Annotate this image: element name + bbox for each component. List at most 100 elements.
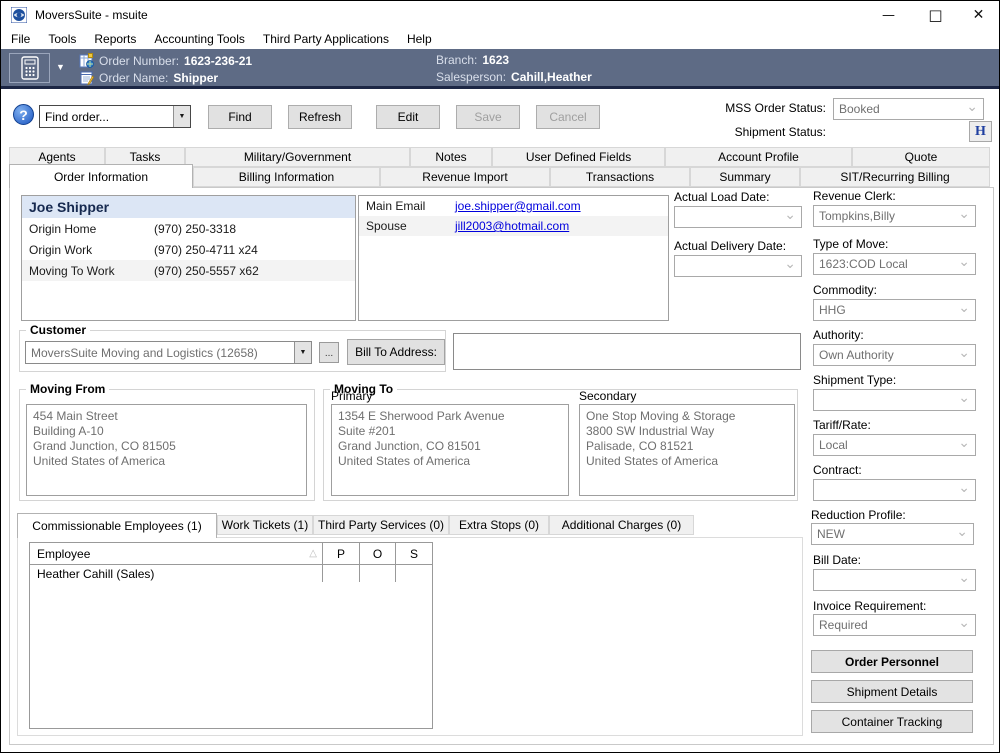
authority-label: Authority: <box>813 328 864 342</box>
employee-cell: Heather Cahill (Sales) <box>30 565 322 582</box>
shipment-details-button[interactable]: Shipment Details <box>811 680 973 703</box>
edit-button[interactable]: Edit <box>376 105 440 129</box>
find-order-combo[interactable]: Find order... ▼ <box>39 105 191 128</box>
chevron-down-icon: ⌄ <box>958 210 970 216</box>
salesperson-value: Cahill,Heather <box>511 70 592 84</box>
chevron-down-icon: ⌄ <box>784 260 796 266</box>
authority-value: Own Authority <box>819 348 894 362</box>
bill-to-address-button[interactable]: Bill To Address: <box>347 339 445 365</box>
app-logo-icon <box>11 7 27 23</box>
phone-label: Origin Work <box>22 243 154 257</box>
find-order-dropdown-arrow-icon[interactable]: ▼ <box>173 106 190 127</box>
chevron-down-icon: ⌄ <box>958 574 970 580</box>
revenue-clerk-select[interactable]: Tompkins,Billy ⌄ <box>813 205 976 227</box>
shipment-type-select[interactable]: ⌄ <box>813 389 976 411</box>
history-button[interactable]: H <box>969 121 992 142</box>
actual-load-date-label: Actual Load Date: <box>674 190 769 204</box>
moving-to-secondary-address: One Stop Moving & Storage 3800 SW Indust… <box>579 404 795 496</box>
order-menu-caret-icon[interactable]: ▼ <box>56 62 65 72</box>
bill-to-address-field[interactable] <box>453 333 801 370</box>
order-name-value: Shipper <box>173 71 218 85</box>
cancel-button: Cancel <box>536 105 600 129</box>
bill-date-select[interactable]: ⌄ <box>813 569 976 591</box>
menu-third-party-applications[interactable]: Third Party Applications <box>254 30 398 48</box>
menu-tools[interactable]: Tools <box>39 30 85 48</box>
tariff-rate-select[interactable]: Local ⌄ <box>813 434 976 456</box>
reduction-profile-select[interactable]: NEW ⌄ <box>811 523 974 545</box>
tab-order-information[interactable]: Order Information <box>9 164 193 188</box>
authority-select[interactable]: Own Authority ⌄ <box>813 344 976 366</box>
commodity-select[interactable]: HHG ⌄ <box>813 299 976 321</box>
moving-from-address: 454 Main Street Building A-10 Grand Junc… <box>26 404 307 496</box>
shipper-contact-panel: Joe Shipper Origin Home (970) 250-3318 O… <box>21 195 356 321</box>
customer-select[interactable]: MoversSuite Moving and Logistics (12658)… <box>25 341 312 364</box>
mss-order-status-select[interactable]: Booked ⌄ <box>833 98 984 120</box>
order-name-icon <box>79 70 94 85</box>
menu-file[interactable]: File <box>2 30 39 48</box>
save-button: Save <box>456 105 520 129</box>
type-of-move-label: Type of Move: <box>813 237 888 251</box>
minimize-button[interactable]: — <box>866 1 911 29</box>
p-cell <box>322 565 359 582</box>
menu-help[interactable]: Help <box>398 30 441 48</box>
find-order-input[interactable]: Find order... <box>40 106 173 127</box>
o-column-header[interactable]: O <box>359 543 395 564</box>
tab-commissionable-employees[interactable]: Commissionable Employees (1) <box>17 513 217 538</box>
container-tracking-button[interactable]: Container Tracking <box>811 710 973 733</box>
employees-table-header: Employee △ P O S <box>30 543 432 565</box>
tab-transactions[interactable]: Transactions <box>550 167 690 187</box>
shipper-email-panel: Main Email joe.shipper@gmail.com Spouse … <box>358 195 669 321</box>
invoice-requirement-select[interactable]: Required ⌄ <box>813 614 976 636</box>
tab-quote[interactable]: Quote <box>852 147 990 167</box>
tab-military-government[interactable]: Military/Government <box>185 147 410 167</box>
find-button[interactable]: Find <box>208 105 272 129</box>
chevron-down-icon: ⌄ <box>956 528 968 534</box>
actual-delivery-date-select[interactable]: ⌄ <box>674 255 802 277</box>
window-title: MoversSuite - msuite <box>35 8 148 22</box>
email-link[interactable]: joe.shipper@gmail.com <box>455 199 581 213</box>
tab-account-profile[interactable]: Account Profile <box>665 147 852 167</box>
tab-sit-recurring-billing[interactable]: SIT/Recurring Billing <box>800 167 990 187</box>
revenue-clerk-label: Revenue Clerk: <box>813 189 896 203</box>
tab-billing-information[interactable]: Billing Information <box>193 167 380 187</box>
actual-delivery-date-label: Actual Delivery Date: <box>674 239 786 253</box>
type-of-move-select[interactable]: 1623:COD Local ⌄ <box>813 253 976 275</box>
tab-additional-charges[interactable]: Additional Charges (0) <box>549 515 694 535</box>
close-button[interactable]: ✕ <box>956 1 1000 29</box>
tab-third-party-services[interactable]: Third Party Services (0) <box>313 515 449 535</box>
tab-notes[interactable]: Notes <box>410 147 492 167</box>
email-link[interactable]: jill2003@hotmail.com <box>455 219 569 233</box>
s-column-header[interactable]: S <box>395 543 432 564</box>
order-menu-button[interactable] <box>9 53 50 83</box>
menu-reports[interactable]: Reports <box>85 30 145 48</box>
customer-group-label: Customer <box>26 323 90 337</box>
type-of-move-value: 1623:COD Local <box>819 257 908 271</box>
chevron-down-icon: ⌄ <box>966 103 978 109</box>
order-personnel-button[interactable]: Order Personnel <box>811 650 973 673</box>
salesperson-label: Salesperson: <box>436 70 506 84</box>
chevron-down-icon: ⌄ <box>958 619 970 625</box>
maximize-button[interactable]: □ <box>913 1 958 29</box>
employee-column-header[interactable]: Employee △ <box>30 543 322 564</box>
phone-value: (970) 250-3318 <box>154 222 236 236</box>
help-icon[interactable]: ? <box>13 104 34 125</box>
actual-load-date-select[interactable]: ⌄ <box>674 206 802 228</box>
tariff-rate-value: Local <box>819 438 848 452</box>
tab-user-defined-fields[interactable]: User Defined Fields <box>492 147 665 167</box>
table-row[interactable]: Heather Cahill (Sales) <box>30 565 432 582</box>
order-header-band: ▼ Order Number: 1623-236-21 Order Name: … <box>1 49 999 89</box>
moving-from-label: Moving From <box>26 382 109 396</box>
customer-lookup-button[interactable]: ... <box>319 342 339 363</box>
tab-summary[interactable]: Summary <box>690 167 800 187</box>
tab-work-tickets[interactable]: Work Tickets (1) <box>217 515 313 535</box>
tab-extra-stops[interactable]: Extra Stops (0) <box>449 515 549 535</box>
customer-dropdown-arrow-icon[interactable]: ▼ <box>294 342 311 363</box>
tab-revenue-import[interactable]: Revenue Import <box>380 167 550 187</box>
shipment-type-label: Shipment Type: <box>813 373 896 387</box>
order-number-row: Order Number: 1623-236-21 <box>79 53 252 68</box>
branch-label: Branch: <box>436 53 477 67</box>
menu-accounting-tools[interactable]: Accounting Tools <box>145 30 254 48</box>
contract-select[interactable]: ⌄ <box>813 479 976 501</box>
p-column-header[interactable]: P <box>322 543 359 564</box>
refresh-button[interactable]: Refresh <box>288 105 352 129</box>
